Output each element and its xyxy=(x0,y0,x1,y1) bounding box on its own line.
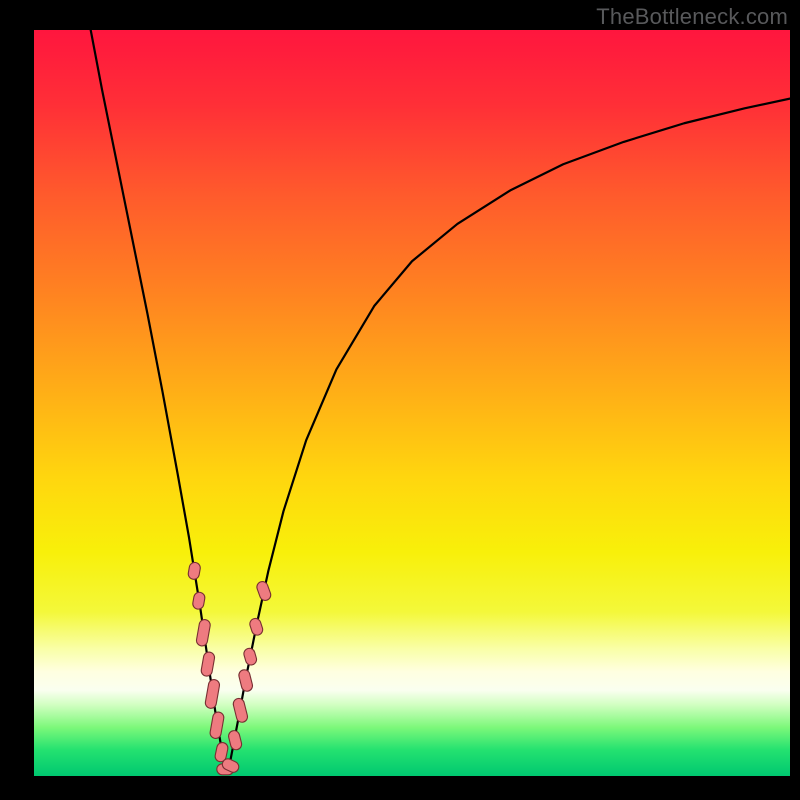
plot-svg xyxy=(34,30,790,776)
watermark-label: TheBottleneck.com xyxy=(596,4,788,30)
gradient-background xyxy=(34,30,790,776)
plot-area xyxy=(34,30,790,776)
